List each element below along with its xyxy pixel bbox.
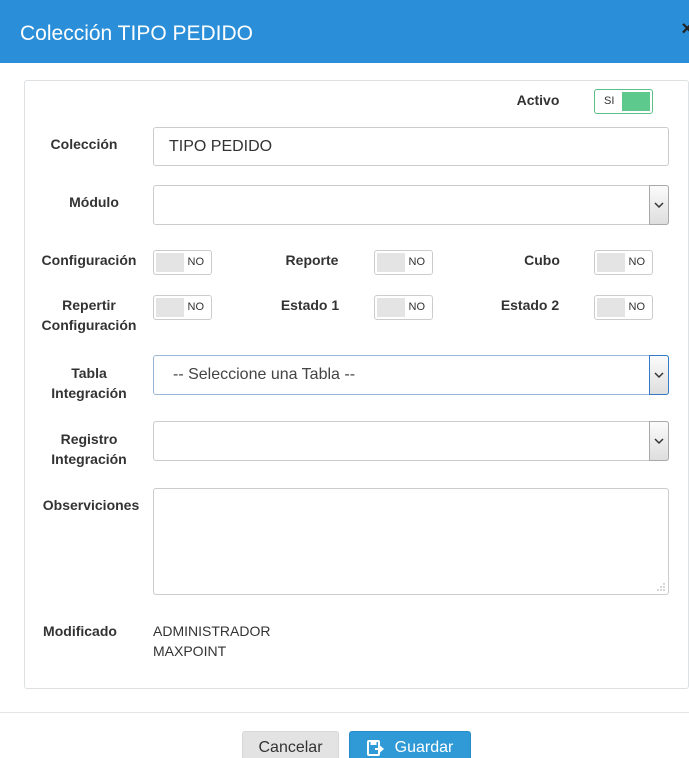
toggle-knob <box>377 253 405 272</box>
modificado-value-line1: ADMINISTRADOR <box>153 623 271 639</box>
modificado-label: Modificado <box>43 623 117 639</box>
cubo-label: Cubo <box>524 252 560 268</box>
chevron-down-icon[interactable] <box>649 355 669 395</box>
configuracion-toggle-state: NO <box>187 256 205 268</box>
tabla-integracion-select-value: -- Seleccione una Tabla -- <box>173 366 356 383</box>
tabla-label-line2: Integración <box>51 385 127 401</box>
dialog-header: Colección TIPO PEDIDO × <box>0 0 689 63</box>
reporte-toggle-state: NO <box>408 256 426 268</box>
save-button[interactable]: Guardar <box>349 731 471 758</box>
chevron-down-icon[interactable] <box>649 421 669 461</box>
cancel-button-label: Cancelar <box>258 739 323 756</box>
toggle-knob <box>156 298 184 317</box>
modificado-value: ADMINISTRADOR MAXPOINT <box>153 621 270 661</box>
save-button-label: Guardar <box>394 739 454 756</box>
close-icon[interactable]: × <box>681 18 689 41</box>
configuracion-toggle[interactable]: NO <box>153 250 212 275</box>
modificado-value-line2: MAXPOINT <box>153 643 227 659</box>
toggle-knob <box>597 298 625 317</box>
registro-integracion-select[interactable] <box>153 421 669 461</box>
estado1-label: Estado 1 <box>280 297 340 313</box>
cubo-toggle-state: NO <box>628 256 646 268</box>
footer-divider <box>0 712 689 713</box>
tabla-integracion-label: Tabla Integración <box>40 363 138 403</box>
toggle-knob <box>156 253 184 272</box>
repertir-configuracion-toggle[interactable]: NO <box>153 295 212 320</box>
chevron-down-icon[interactable] <box>649 185 669 225</box>
configuracion-label: Configuración <box>41 252 137 268</box>
activo-label: Activo <box>516 92 560 108</box>
cubo-toggle[interactable]: NO <box>594 250 653 275</box>
estado2-toggle[interactable]: NO <box>594 295 653 320</box>
reporte-label: Reporte <box>285 252 339 268</box>
estado1-toggle[interactable]: NO <box>374 295 433 320</box>
coleccion-input[interactable] <box>153 127 669 166</box>
reporte-toggle[interactable]: NO <box>374 250 433 275</box>
repertir-toggle-state: NO <box>187 301 205 313</box>
toggle-knob <box>597 253 625 272</box>
estado1-toggle-state: NO <box>408 301 426 313</box>
observaciones-textarea[interactable] <box>153 488 669 595</box>
activo-toggle-state: SI <box>604 95 615 107</box>
activo-toggle[interactable]: SI <box>594 89 653 114</box>
repertir-label-line2: Configuración <box>41 317 137 333</box>
save-icon <box>366 740 384 756</box>
repertir-configuracion-label: Repertir Configuración <box>36 295 142 335</box>
registro-label-line1: Registro <box>60 431 118 447</box>
observaciones-label: Observiciones <box>42 497 140 513</box>
tabla-label-line1: Tabla <box>71 365 107 381</box>
toggle-knob <box>377 298 405 317</box>
estado2-toggle-state: NO <box>628 301 646 313</box>
registro-label-line2: Integración <box>51 451 127 467</box>
coleccion-label: Colección <box>50 136 118 152</box>
modulo-label: Módulo <box>69 194 119 210</box>
estado2-label: Estado 2 <box>500 297 560 313</box>
resize-handle-icon[interactable] <box>657 583 665 591</box>
modulo-select[interactable] <box>153 185 669 225</box>
toggle-knob <box>622 92 650 111</box>
tabla-integracion-select[interactable]: -- Seleccione una Tabla -- <box>153 355 669 395</box>
cancel-button[interactable]: Cancelar <box>242 731 339 758</box>
registro-integracion-label: Registro Integración <box>40 429 138 469</box>
dialog-title: Colección TIPO PEDIDO <box>20 22 254 45</box>
repertir-label-line1: Repertir <box>62 297 116 313</box>
